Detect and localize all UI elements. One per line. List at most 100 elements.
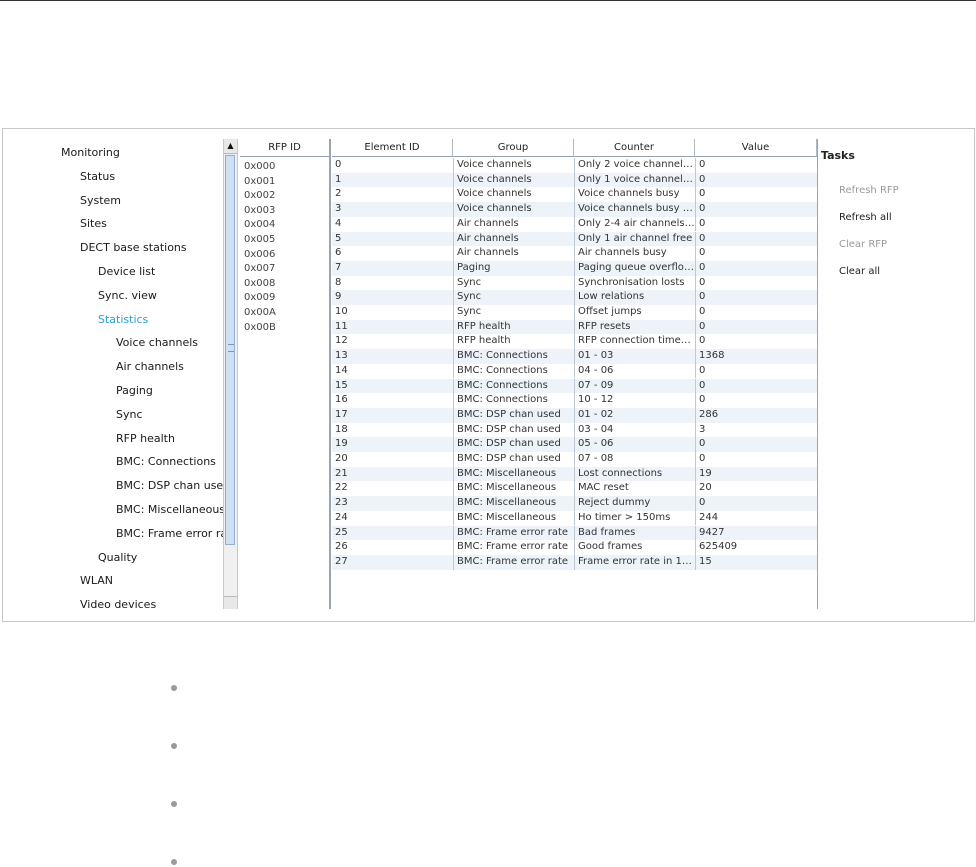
nav-item[interactable]: BMC: Frame error rate xyxy=(116,526,223,542)
table-row[interactable]: 5 Air channels Only 1 air channel free 0 xyxy=(332,231,817,247)
table-row[interactable]: 14 BMC: Connections 04 - 06 0 xyxy=(332,363,817,379)
nav-item[interactable]: RFP health xyxy=(116,431,175,447)
nav-item[interactable]: Monitoring xyxy=(61,145,120,161)
counter-cell: Only 1 air channel free xyxy=(574,231,695,247)
table-row[interactable]: 19 BMC: DSP chan used 05 - 06 0 xyxy=(332,437,817,452)
nav-item[interactable]: System xyxy=(80,193,121,209)
table-row[interactable]: 9 Sync Low relations 0 xyxy=(332,290,817,305)
rfp-id-item[interactable]: 0x005 xyxy=(244,233,275,247)
counter-cell: Offset jumps xyxy=(574,305,695,320)
nav-item[interactable]: Sites xyxy=(80,216,107,232)
rfp-id-item[interactable]: 0x009 xyxy=(244,291,275,305)
nav-item[interactable]: Air channels xyxy=(116,359,184,375)
table-row[interactable]: 10 Sync Offset jumps 0 xyxy=(332,305,817,320)
rfp-id-item[interactable]: 0x004 xyxy=(244,218,275,232)
rfp-id-item[interactable]: 0x007 xyxy=(244,262,275,276)
group-cell: Air channels xyxy=(453,231,574,247)
nav-item[interactable]: Sync. view xyxy=(98,288,157,304)
table-row[interactable]: 17 BMC: DSP chan used 01 - 02 286 xyxy=(332,407,817,423)
table-row[interactable]: 27 BMC: Frame error rate Frame error rate … xyxy=(332,554,817,570)
scroll-up-arrow-icon[interactable]: ▲ xyxy=(224,139,237,154)
value-cell: 0 xyxy=(695,158,816,173)
table-row[interactable]: 16 BMC: Connections 10 - 12 0 xyxy=(332,393,817,408)
table-row[interactable]: 25 BMC: Frame error rate Bad frames 9427 xyxy=(332,525,817,541)
nav-item[interactable]: Voice channels xyxy=(116,335,198,351)
element-id-cell: 1 xyxy=(335,173,342,185)
value-header[interactable]: Value xyxy=(695,139,817,157)
counter-cell: 07 - 09 xyxy=(574,378,695,394)
table-row[interactable]: 11 RFP health RFP resets 0 xyxy=(332,319,817,335)
scroll-down-arrow[interactable] xyxy=(224,596,237,609)
task-link[interactable]: Clear RFP xyxy=(839,239,887,250)
table-row[interactable]: 1 Voice channelsOnly 1 voice channels fre… xyxy=(332,172,817,188)
nav-item[interactable]: Video devices xyxy=(80,597,156,613)
rfp-id-item[interactable]: 0x001 xyxy=(244,175,275,189)
counter-cell: Ho timer > 150ms xyxy=(574,510,695,526)
rfp-id-item[interactable]: 0x006 xyxy=(244,248,275,262)
value-cell: 19 xyxy=(695,466,816,482)
counter-header[interactable]: Counter xyxy=(574,139,695,157)
nav-item[interactable]: Device list xyxy=(98,264,155,280)
table-row[interactable]: 13 BMC: Connections 01 - 03 1368 xyxy=(332,349,817,364)
table-row[interactable]: 22 BMC: Miscellaneous MAC reset 20 xyxy=(332,481,817,497)
rfp-id-item[interactable]: 0x000 xyxy=(244,160,275,174)
nav-item[interactable]: DECT base stations xyxy=(80,240,187,256)
counter-cell: RFP connection timeouts xyxy=(574,334,695,350)
table-row[interactable]: 7 Paging Paging queue overflows 0 xyxy=(332,260,817,276)
table-row[interactable]: 18 BMC: DSP chan used 03 - 04 3 xyxy=(332,422,817,438)
element-id-cell: 27 xyxy=(335,555,348,567)
table-row[interactable]: 3 Voice channelsVoice channels busy and..… xyxy=(332,202,817,217)
table-row[interactable]: 12 RFP health RFP connection timeouts 0 xyxy=(332,334,817,350)
element-id-cell: 21 xyxy=(335,467,348,479)
rfp-id-header[interactable]: RFP ID xyxy=(240,139,329,157)
rfp-id-item[interactable]: 0x00B xyxy=(244,321,276,335)
task-link[interactable]: Clear all xyxy=(839,266,880,277)
element-id-cell: 5 xyxy=(335,232,342,244)
nav-item[interactable]: Quality xyxy=(98,550,137,566)
nav-item[interactable]: Paging xyxy=(116,383,153,399)
group-cell: Sync xyxy=(453,305,574,320)
scroll-thumb[interactable] xyxy=(225,155,235,545)
table-row[interactable]: 8 Sync Synchronisation losts 0 xyxy=(332,275,817,291)
nav-item[interactable]: BMC: Connections xyxy=(116,454,216,470)
table-row[interactable]: 24 BMC: Miscellaneous Ho timer > 150ms 244 xyxy=(332,510,817,526)
table-row[interactable]: 21 BMC: Miscellaneous Lost connections 19 xyxy=(332,466,817,482)
nav-item[interactable]: Statistics xyxy=(98,312,148,328)
tree-scrollbar[interactable]: ▲ xyxy=(223,139,238,609)
counter-cell: Reject dummy xyxy=(574,496,695,511)
table-row[interactable]: 26 BMC: Frame error rate Good frames 625409 xyxy=(332,540,817,555)
rfp-id-item[interactable]: 0x002 xyxy=(244,189,275,203)
element-id-cell: 18 xyxy=(335,423,348,435)
value-cell: 0 xyxy=(695,172,816,188)
group-cell: RFP health xyxy=(453,319,574,335)
element-id-cell: 13 xyxy=(335,350,348,362)
value-cell: 286 xyxy=(695,407,816,423)
table-row[interactable]: 6 Air channels Air channels busy 0 xyxy=(332,246,817,261)
nav-item[interactable]: BMC: DSP chan used xyxy=(116,478,223,494)
table-row[interactable]: 23 BMC: Miscellaneous Reject dummy 0 xyxy=(332,496,817,511)
element-id-cell: 4 xyxy=(335,217,342,229)
group-cell: Voice channels xyxy=(453,187,574,203)
value-cell: 15 xyxy=(695,554,816,570)
table-row[interactable]: 20 BMC: DSP chan used 07 - 08 0 xyxy=(332,452,817,467)
task-link[interactable]: Refresh all xyxy=(839,212,892,223)
nav-item[interactable]: Sync xyxy=(116,407,143,423)
task-link[interactable]: Refresh RFP xyxy=(839,185,899,196)
table-row[interactable]: 0 Voice channelsOnly 2 voice channels fre… xyxy=(332,158,817,173)
table-row[interactable]: 15 BMC: Connections 07 - 09 0 xyxy=(332,378,817,394)
nav-item[interactable]: WLAN xyxy=(80,573,113,589)
value-cell: 9427 xyxy=(695,525,816,541)
bullet-icon xyxy=(171,685,177,691)
nav-item[interactable]: Status xyxy=(80,169,115,185)
table-row[interactable]: 4 Air channels Only 2-4 air channels free 0 xyxy=(332,216,817,232)
counter-cell: 01 - 02 xyxy=(574,407,695,423)
table-row[interactable]: 2 Voice channels Voice channels busy 0 xyxy=(332,187,817,203)
rfp-id-item[interactable]: 0x008 xyxy=(244,277,275,291)
rfp-id-item[interactable]: 0x003 xyxy=(244,204,275,218)
element-id-header[interactable]: Element ID xyxy=(332,139,453,157)
tasks-panel: Tasks Refresh RFP Refresh all Clear RFP Cle… xyxy=(819,139,974,609)
nav-item[interactable]: BMC: Miscellaneous xyxy=(116,502,223,518)
value-cell: 0 xyxy=(695,496,816,511)
rfp-id-item[interactable]: 0x00A xyxy=(244,306,276,320)
group-header[interactable]: Group xyxy=(453,139,574,157)
